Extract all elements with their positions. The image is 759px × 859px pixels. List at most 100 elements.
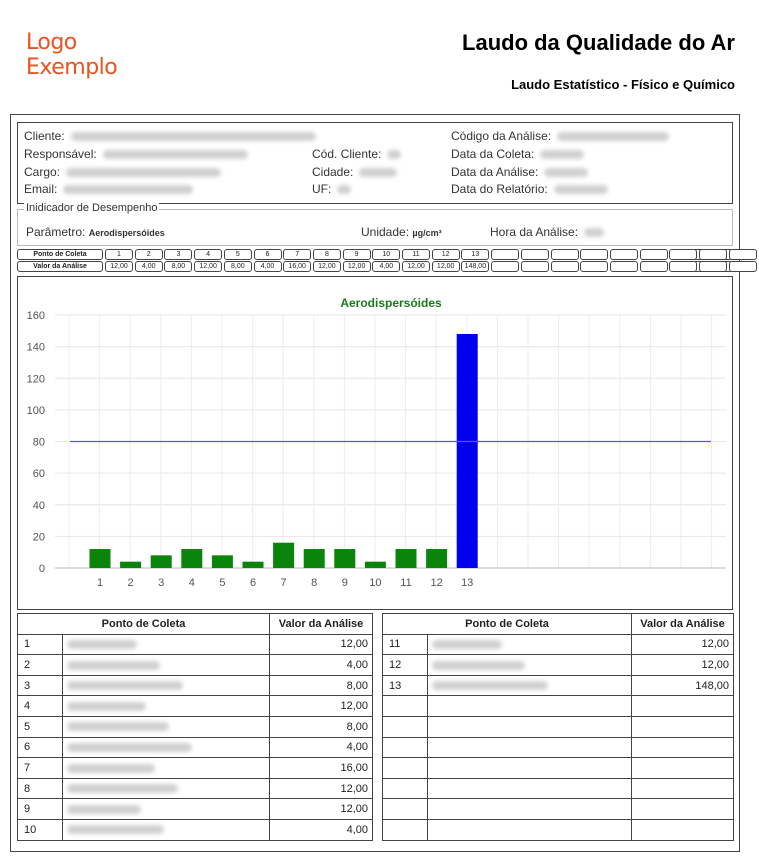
x-tick-label: 8 (311, 577, 317, 589)
row-location (61, 818, 271, 841)
strip-empty-cell (609, 261, 638, 272)
col-point-header: Ponto de Coleta (16, 613, 271, 635)
table-row: 10 4,00 (17, 818, 374, 841)
table-row (382, 777, 735, 800)
strip-point-cell: 6 (253, 249, 282, 260)
analysis-time-label: Hora da Análise: (490, 225, 579, 239)
report-date-field: Data do Relatório: (451, 182, 608, 196)
client-code-field: Cód. Cliente: (312, 147, 402, 161)
row-location (61, 715, 271, 738)
location-redacted (432, 639, 502, 649)
strip-empty-cell (699, 249, 727, 260)
parameter-field: Parâmetro: Aerodispersóides (26, 225, 165, 239)
strip-point-header: Ponto de Coleta (17, 249, 103, 260)
client-code-value-redacted (387, 150, 402, 160)
unit-field: Unidade: µg/cm³ (361, 225, 442, 239)
location-redacted (67, 742, 192, 752)
x-tick-label: 1 (97, 577, 103, 589)
email-field: Email: (24, 182, 194, 196)
city-label: Cidade: (312, 165, 354, 179)
x-tick-label: 9 (342, 577, 348, 589)
x-tick-label: 7 (281, 577, 287, 589)
bar (364, 561, 386, 568)
row-number: 11 (382, 633, 428, 656)
row-number (382, 798, 428, 820)
bar (426, 549, 448, 568)
report-title: Laudo da Qualidade do Ar (462, 30, 735, 55)
row-number: 1 (17, 633, 63, 656)
collection-date-field: Data da Coleta: (451, 147, 585, 161)
parameter-label: Parâmetro: (26, 225, 86, 239)
responsible-label: Responsável: (24, 147, 97, 161)
bar-chart: 020406080100120140160Aerodispersóides1 2 3… (27, 296, 726, 589)
strip-point-cell: 3 (164, 249, 193, 260)
row-location (61, 633, 271, 656)
location-redacted (67, 639, 137, 649)
strip-empty-cell (639, 261, 668, 272)
analysis-date-value-redacted (544, 168, 589, 178)
bar (395, 549, 417, 568)
row-value: 12,00 (631, 654, 735, 676)
row-number (382, 757, 428, 779)
row-value: 4,00 (269, 654, 374, 676)
row-location (61, 757, 271, 779)
chart-title: Aerodispersóides (340, 296, 442, 310)
table-row: 1 12,00 (17, 633, 374, 656)
bar (303, 549, 325, 568)
row-location (61, 777, 271, 800)
row-location (61, 654, 271, 676)
role-field: Cargo: (24, 165, 222, 179)
analysis-date-field: Data da Análise: (451, 165, 589, 179)
strip-value-cell: 12,00 (402, 261, 430, 272)
row-number: 6 (17, 736, 63, 759)
client-code-label: Cód. Cliente: (312, 147, 382, 161)
row-location (426, 695, 633, 717)
row-value (631, 715, 735, 738)
row-number: 3 (17, 674, 63, 697)
strip-value-cell: 4,00 (134, 261, 163, 272)
bar (456, 333, 478, 568)
table-row: 11 12,00 (382, 633, 735, 656)
y-tick-label: 140 (27, 342, 45, 354)
table-header-row: Ponto de Coleta Valor da Análise (381, 613, 735, 635)
y-tick-label: 160 (27, 310, 45, 322)
row-value: 12,00 (269, 777, 374, 800)
row-location (61, 798, 271, 820)
col-value-header: Valor da Análise (631, 613, 735, 635)
row-value: 4,00 (269, 736, 374, 759)
row-location (426, 715, 633, 738)
strip-empty-cell (550, 249, 579, 260)
row-number: 4 (17, 695, 63, 717)
table-row: 4 12,00 (17, 695, 374, 717)
row-number: 10 (17, 818, 63, 841)
strip-point-cell: 13 (461, 249, 490, 260)
company-logo: Logo Exemplo (26, 30, 118, 80)
logo-line-2: Exemplo (26, 55, 118, 80)
bar (334, 549, 356, 568)
strip-point-cell: 8 (312, 249, 341, 260)
strip-empty-cell (669, 261, 698, 272)
client-value-redacted (70, 132, 316, 142)
responsible-value-redacted (102, 150, 248, 160)
row-value: 16,00 (269, 757, 374, 779)
x-tick-label: 10 (369, 577, 381, 589)
strip-value-cell: 12,00 (312, 261, 341, 272)
bar (242, 561, 264, 568)
strip-value-cell: 12,00 (194, 261, 223, 272)
strip-empty-cell (580, 249, 609, 260)
strip-empty-cell (580, 261, 609, 272)
row-number (382, 777, 428, 800)
client-label: Cliente: (24, 129, 65, 143)
strip-empty-cell (550, 261, 579, 272)
location-redacted (432, 681, 548, 691)
state-label: UF: (312, 182, 332, 196)
bar (150, 555, 172, 568)
row-location (61, 736, 271, 759)
table-header-row: Ponto de Coleta Valor da Análise (16, 613, 374, 635)
strip-empty-cell (699, 261, 727, 272)
row-number (382, 715, 428, 738)
strip-empty-cell (639, 249, 668, 260)
x-tick-label: 4 (189, 577, 195, 589)
location-redacted (432, 660, 525, 670)
bar (273, 542, 295, 568)
